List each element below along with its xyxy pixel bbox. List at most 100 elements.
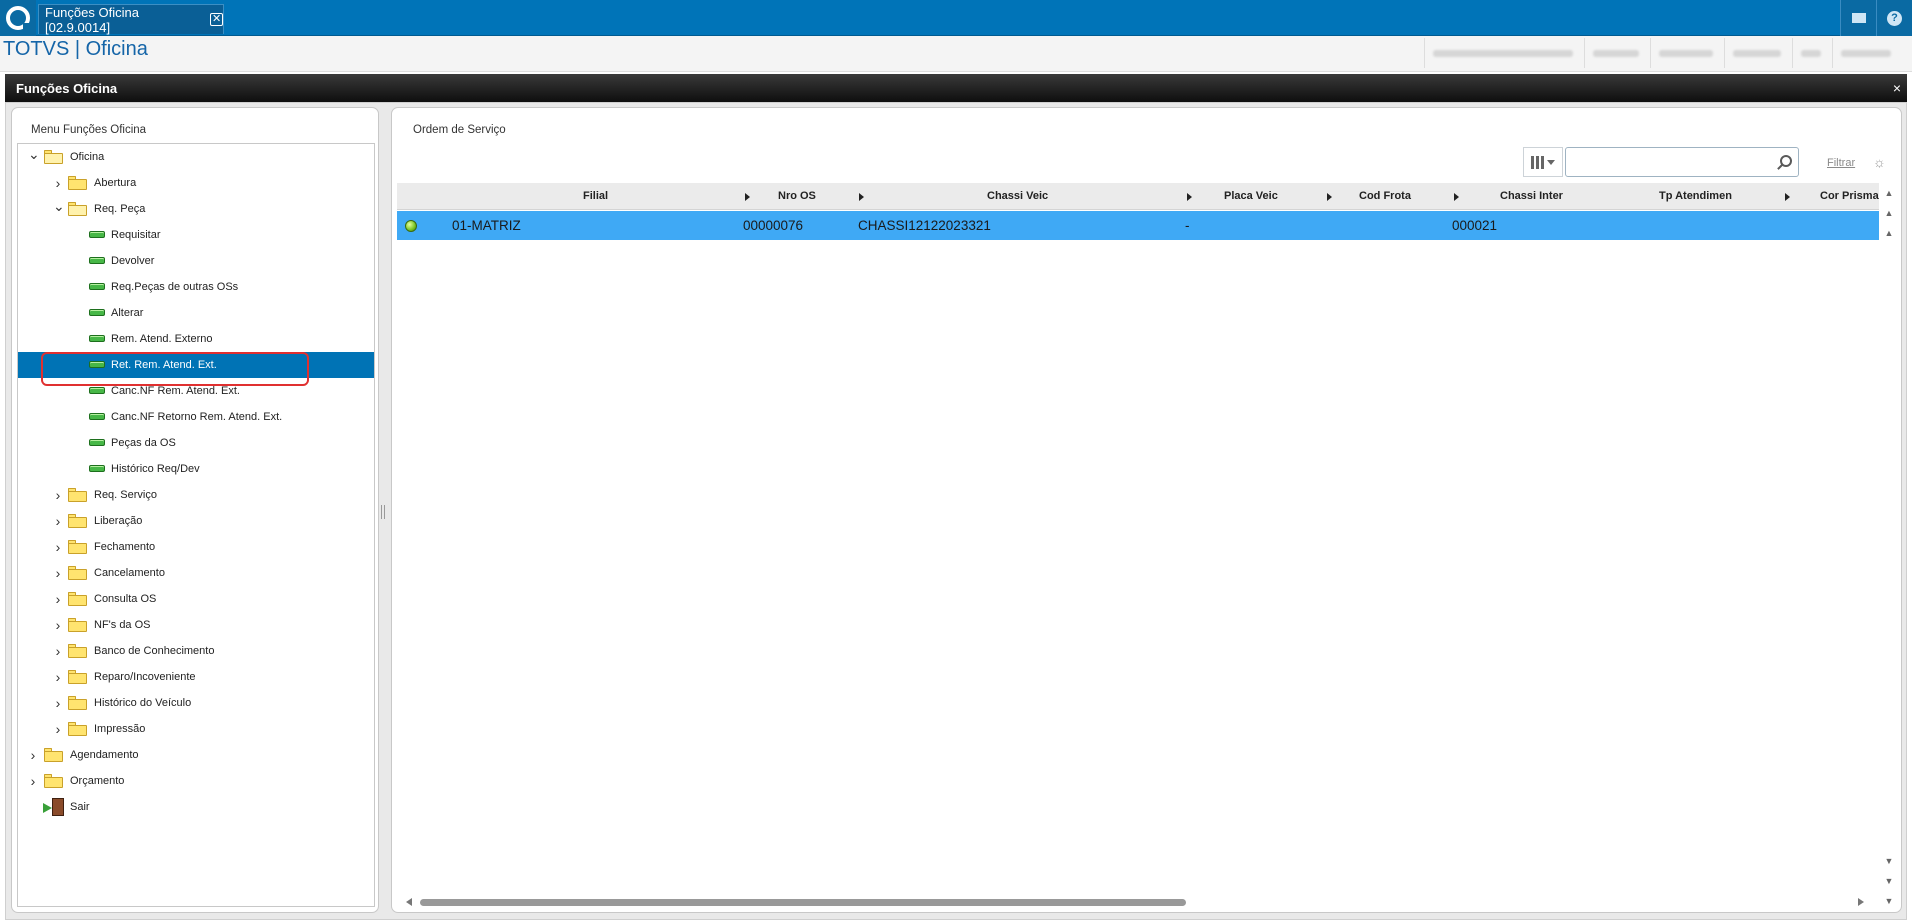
chevron-right-icon[interactable]: ›	[53, 644, 63, 658]
menu-item[interactable]: Alterar	[18, 300, 374, 326]
column-header-tp-atendimen[interactable]: Tp Atendimen	[1659, 183, 1732, 210]
menu-item[interactable]: Rem. Atend. Externo	[18, 326, 374, 352]
folder-open-icon	[68, 202, 87, 216]
window-title-bar: Funções Oficina ×	[5, 74, 1907, 102]
header-info-cell	[1424, 38, 1584, 68]
chevron-right-icon[interactable]: ›	[53, 618, 63, 632]
menu-item-label: Req. Peça	[94, 203, 146, 215]
menu-item[interactable]: › Histórico do Veículo	[18, 690, 374, 716]
os-grid: Filial Nro OS Chassi Veic Placa Veic Cod…	[397, 183, 1879, 908]
scroll-right-icon[interactable]	[1858, 898, 1864, 906]
routine-icon	[89, 465, 105, 472]
menu-item[interactable]: Canc.NF Retorno Rem. Atend. Ext.	[18, 404, 374, 430]
table-row[interactable]: 01-MATRIZ 00000076 CHASSI12122023321 - 0…	[397, 211, 1879, 240]
search-input[interactable]	[1570, 149, 1770, 175]
menu-item[interactable]: › Orçamento	[18, 768, 374, 794]
menu-item[interactable]: › Agendamento	[18, 742, 374, 768]
menu-item[interactable]: › Cancelamento	[18, 560, 374, 586]
menu-item[interactable]: › Fechamento	[18, 534, 374, 560]
header-info-cell	[1724, 38, 1792, 68]
horizontal-scrollbar[interactable]	[404, 896, 1878, 908]
cell-chassi-inter: 000021	[1452, 218, 1498, 233]
menu-item-label: Fechamento	[94, 541, 156, 553]
chevron-right-icon[interactable]: ›	[28, 748, 38, 762]
scroll-left-icon[interactable]	[406, 898, 412, 906]
vertical-scrollbar[interactable]: ▲ ▲ ▲ ▼ ▼ ▼	[1882, 183, 1896, 913]
scroll-down-icon[interactable]: ▼	[1884, 855, 1894, 867]
scroll-bottom-icon[interactable]: ▼	[1884, 895, 1894, 907]
column-sort-icon[interactable]	[745, 193, 750, 201]
chevron-right-icon[interactable]: ›	[53, 514, 63, 528]
status-green-icon	[405, 220, 417, 232]
menu-item-label: Sair	[70, 801, 90, 813]
menu-item[interactable]: Requisitar	[18, 222, 374, 248]
tab-funcoes-oficina[interactable]: Funções Oficina [02.9.0014] ✕	[38, 4, 224, 35]
menu-item-label: Requisitar	[111, 229, 161, 241]
menu-item[interactable]: › NF's da OS	[18, 612, 374, 638]
menu-item[interactable]: › Reparo/Incoveniente	[18, 664, 374, 690]
menu-item[interactable]: › Banco de Conhecimento	[18, 638, 374, 664]
help-icon[interactable]: ?	[1876, 0, 1912, 36]
menu-item[interactable]: Sair	[18, 794, 374, 820]
gear-icon[interactable]: ☼	[1873, 155, 1887, 169]
menu-item[interactable]: › Consulta OS	[18, 586, 374, 612]
column-sort-icon[interactable]	[859, 193, 864, 201]
column-header-cor-prisma[interactable]: Cor Prisma	[1820, 183, 1879, 210]
chevron-right-icon[interactable]: ›	[53, 488, 63, 502]
folder-icon	[68, 566, 87, 580]
chevron-down-icon[interactable]: ⌄	[28, 147, 40, 161]
header-info-cell	[1792, 38, 1832, 68]
chevron-right-icon[interactable]: ›	[53, 722, 63, 736]
column-header-placa-veic[interactable]: Placa Veic	[1224, 183, 1278, 210]
folder-icon	[68, 176, 87, 190]
cell-chassi-veic: CHASSI12122023321	[858, 218, 991, 233]
column-sort-icon[interactable]	[1785, 193, 1790, 201]
menu-item[interactable]: Histórico Req/Dev	[18, 456, 374, 482]
chevron-right-icon[interactable]: ›	[53, 696, 63, 710]
menu-item[interactable]: › Req. Serviço	[18, 482, 374, 508]
chevron-down-icon[interactable]: ⌄	[53, 199, 65, 213]
menu-item[interactable]: › Liberação	[18, 508, 374, 534]
column-sort-icon[interactable]	[1454, 193, 1459, 201]
totvs-logo-icon[interactable]	[0, 0, 36, 36]
column-header-chassi-inter[interactable]: Chassi Inter	[1500, 183, 1563, 210]
chevron-right-icon[interactable]: ›	[53, 592, 63, 606]
mail-icon[interactable]	[1840, 0, 1876, 36]
scrollbar-thumb[interactable]	[420, 899, 1186, 906]
column-sort-icon[interactable]	[1327, 193, 1332, 201]
menu-item[interactable]: ⌄ Oficina	[18, 144, 374, 170]
scroll-top-icon[interactable]: ▲	[1884, 187, 1894, 199]
chevron-right-icon[interactable]: ›	[28, 774, 38, 788]
menu-item[interactable]: › Abertura	[18, 170, 374, 196]
search-field[interactable]	[1565, 147, 1799, 177]
scroll-page-up-icon[interactable]: ▲	[1884, 207, 1894, 219]
folder-icon	[68, 488, 87, 502]
routine-icon	[89, 413, 105, 420]
routine-icon	[89, 257, 105, 264]
window-close-icon[interactable]: ×	[1893, 80, 1901, 96]
columns-toggle-button[interactable]	[1523, 147, 1563, 177]
search-icon[interactable]	[1780, 155, 1792, 167]
chevron-right-icon[interactable]: ›	[53, 670, 63, 684]
chevron-right-icon[interactable]: ›	[53, 540, 63, 554]
column-header-nro-os[interactable]: Nro OS	[778, 183, 816, 210]
menu-item[interactable]: Devolver	[18, 248, 374, 274]
tab-close-icon[interactable]: ✕	[210, 13, 223, 26]
filter-link[interactable]: Filtrar	[1827, 157, 1855, 169]
menu-item[interactable]: › Impressão	[18, 716, 374, 742]
column-header-filial[interactable]: Filial	[583, 183, 608, 210]
cell-filial: 01-MATRIZ	[452, 218, 521, 233]
chevron-right-icon[interactable]: ›	[53, 176, 63, 190]
scroll-up-icon[interactable]: ▲	[1884, 227, 1894, 239]
folder-icon	[68, 514, 87, 528]
chevron-right-icon[interactable]: ›	[53, 566, 63, 580]
scroll-page-down-icon[interactable]: ▼	[1884, 875, 1894, 887]
menu-item[interactable]: Req.Peças de outras OSs	[18, 274, 374, 300]
column-sort-icon[interactable]	[1187, 193, 1192, 201]
folder-icon	[68, 592, 87, 606]
column-header-cod-frota[interactable]: Cod Frota	[1359, 183, 1411, 210]
menu-item[interactable]: Peças da OS	[18, 430, 374, 456]
column-header-chassi-veic[interactable]: Chassi Veic	[987, 183, 1048, 210]
panel-splitter-handle[interactable]	[381, 505, 385, 519]
menu-item[interactable]: ⌄ Req. Peça	[18, 196, 374, 222]
